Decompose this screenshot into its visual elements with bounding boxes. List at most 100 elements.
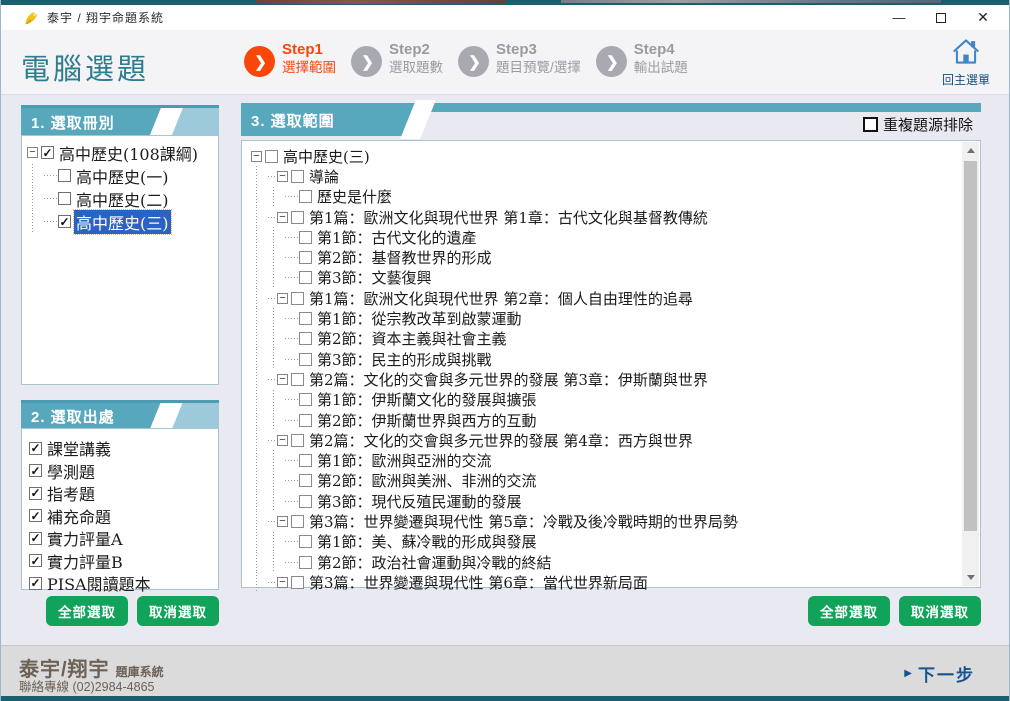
tree-item-label[interactable]: 第2節：伊斯蘭世界與西方的互動 xyxy=(315,410,539,431)
tree-guide-line xyxy=(27,164,44,187)
checkbox[interactable] xyxy=(299,271,312,285)
checkbox[interactable] xyxy=(299,393,312,407)
tree-item-label[interactable]: 第2節：歐洲與美洲、非洲的交流 xyxy=(315,470,539,491)
source-option-label[interactable]: PISA閱讀題本 xyxy=(45,571,153,595)
app-window: 泰宇 / 翔宇命題系統 — ✕ 電腦選題 ❯ Step1 選擇範圍 ❯ Step2 選取題… xyxy=(0,0,1010,701)
tree-item-label[interactable]: 第2節：政治社會運動與冷戰的終結 xyxy=(315,552,554,573)
checkbox[interactable] xyxy=(291,514,304,528)
tree-item-label[interactable]: 第2篇：文化的交會與多元世界的發展 第3章：伊斯蘭與世界 xyxy=(307,369,710,390)
scrollbar[interactable] xyxy=(962,142,979,586)
tree-connector xyxy=(44,175,58,176)
select-all-button-left[interactable]: 全部選取 xyxy=(46,596,128,626)
scroll-down-button[interactable] xyxy=(962,569,979,586)
background-window-sliver xyxy=(561,0,941,3)
minimize-button[interactable]: — xyxy=(891,10,907,26)
checkbox[interactable] xyxy=(299,535,312,549)
tree-item-label[interactable]: 歷史是什麼 xyxy=(315,186,394,207)
checkbox[interactable] xyxy=(299,190,312,204)
deselect-button-right[interactable]: 取消選取 xyxy=(899,596,981,626)
checkbox[interactable] xyxy=(299,454,312,468)
tree-item-label[interactable]: 第3篇：世界變遷與現代性 第6章：當代世界新局面 xyxy=(307,572,650,593)
source-option-label[interactable]: 課堂講義 xyxy=(45,436,113,460)
deselect-button-left[interactable]: 取消選取 xyxy=(137,596,219,626)
tree-guide-line xyxy=(268,186,285,207)
tree-item-label[interactable]: 第2節：資本主義與社會主義 xyxy=(315,328,509,349)
tree-item-label[interactable]: 第1篇：歐洲文化與現代世界 第1章：古代文化與基督教傳統 xyxy=(307,207,710,228)
checkbox[interactable] xyxy=(29,486,42,500)
tree-item-label[interactable]: 第2篇：文化的交會與多元世界的發展 第4章：西方與世界 xyxy=(307,430,695,451)
checkbox[interactable] xyxy=(291,291,304,305)
checkbox[interactable] xyxy=(58,192,71,205)
checkbox[interactable] xyxy=(58,215,71,228)
expand-toggle[interactable]: − xyxy=(277,292,288,304)
checkbox[interactable] xyxy=(29,441,42,455)
checkbox[interactable] xyxy=(291,433,304,447)
expand-toggle[interactable]: − xyxy=(27,147,38,158)
expand-toggle[interactable]: − xyxy=(277,170,288,182)
expand-toggle[interactable]: − xyxy=(277,373,288,385)
tree-item-label[interactable]: 第1節：美、蘇冷戰的形成與發展 xyxy=(315,531,539,552)
scroll-up-button[interactable] xyxy=(962,142,979,159)
tree-item-label[interactable]: 導論 xyxy=(307,166,341,187)
checkbox[interactable] xyxy=(41,146,54,159)
maximize-button[interactable] xyxy=(933,10,949,26)
tree-connector xyxy=(285,561,299,563)
checkbox[interactable] xyxy=(291,575,304,589)
tree-item-label[interactable]: 第1節：從宗教改革到啟蒙運動 xyxy=(315,308,524,329)
checkbox[interactable] xyxy=(265,149,278,163)
checkbox[interactable] xyxy=(291,372,304,386)
close-button[interactable]: ✕ xyxy=(975,9,991,26)
tree-item-label[interactable]: 第3節：現代反殖民運動的發展 xyxy=(315,491,524,512)
checkbox[interactable] xyxy=(299,555,312,569)
checkbox[interactable] xyxy=(299,230,312,244)
source-option-label[interactable]: 實力評量B xyxy=(45,549,125,573)
source-option-label[interactable]: 學測題 xyxy=(45,459,97,483)
checkbox[interactable] xyxy=(58,169,71,182)
checkbox[interactable] xyxy=(291,169,304,183)
tree-guide-line xyxy=(27,187,44,210)
expand-toggle[interactable]: − xyxy=(277,576,288,588)
tree-item-label[interactable]: 第3篇：世界變遷與現代性 第5章：冷戰及後冷戰時期的世界局勢 xyxy=(307,511,740,532)
source-option-label[interactable]: 補充命題 xyxy=(45,504,113,528)
checkbox[interactable] xyxy=(29,464,42,478)
tree-item: − 高中歷史(三) xyxy=(251,146,978,166)
tree-item-label[interactable]: 第1節：伊斯蘭文化的發展與擴張 xyxy=(315,389,539,410)
checkbox[interactable] xyxy=(299,352,312,366)
checkbox[interactable] xyxy=(299,312,312,326)
tree-item-label[interactable]: 第3節：民主的形成與挑戰 xyxy=(315,349,494,370)
expand-toggle[interactable]: − xyxy=(251,150,262,162)
tree-item-label[interactable]: 高中歷史(三) xyxy=(73,208,172,235)
checkbox[interactable] xyxy=(299,474,312,488)
dedupe-checkbox[interactable] xyxy=(862,117,878,132)
tree-item-label[interactable]: 第1節：古代文化的遺產 xyxy=(315,227,479,248)
checkbox[interactable] xyxy=(299,413,312,427)
expand-toggle[interactable]: − xyxy=(277,515,288,527)
tree-item-label[interactable]: 高中歷史(108課綱) xyxy=(57,141,200,165)
tree-item-label[interactable]: 第2節：基督教世界的形成 xyxy=(315,247,494,268)
checkbox[interactable] xyxy=(29,554,42,568)
checkbox[interactable] xyxy=(29,531,42,545)
tree-item-label[interactable]: 高中歷史(二) xyxy=(74,187,171,211)
checkbox[interactable] xyxy=(291,210,304,224)
tree-item: − 導論 xyxy=(251,166,978,187)
home-button[interactable]: 回主選單 xyxy=(936,38,996,88)
tree-item-label[interactable]: 第1篇：歐洲文化與現代世界 第2章：個人自由理性的追尋 xyxy=(307,288,695,309)
checkbox[interactable] xyxy=(299,332,312,346)
dedupe-checkbox-group[interactable]: 重複題源排除 xyxy=(862,114,973,135)
scroll-thumb[interactable] xyxy=(964,161,977,531)
checkbox[interactable] xyxy=(299,494,312,508)
checkbox[interactable] xyxy=(299,251,312,265)
select-all-button-right[interactable]: 全部選取 xyxy=(808,596,890,626)
tree-item-label[interactable]: 高中歷史(三) xyxy=(281,146,372,167)
source-option-label[interactable]: 實力評量A xyxy=(45,526,125,550)
checkbox[interactable] xyxy=(29,576,42,590)
tree-item-label[interactable]: 第3節：文藝復興 xyxy=(315,267,434,288)
tree-item-label[interactable]: 高中歷史(一) xyxy=(74,164,171,188)
checkbox[interactable] xyxy=(29,509,42,523)
tree-item-label[interactable]: 第1節：歐洲與亞洲的交流 xyxy=(315,450,494,471)
expand-toggle[interactable]: − xyxy=(277,434,288,446)
next-step-button[interactable]: ▶ 下一步 xyxy=(904,661,975,686)
expand-toggle[interactable]: − xyxy=(277,211,288,223)
source-option-label[interactable]: 指考題 xyxy=(45,481,97,505)
tree-item: 歷史是什麼 xyxy=(251,186,978,207)
